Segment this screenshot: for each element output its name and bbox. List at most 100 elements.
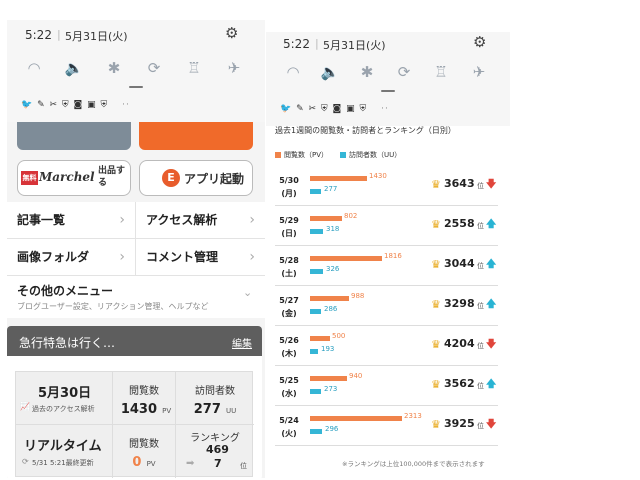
chevron-down-icon: ⌄	[243, 286, 253, 299]
uu-value-wrap: 277 UU	[176, 398, 254, 417]
past-access-cell[interactable]: 5月30日 📈 過去のアクセス解析	[16, 372, 112, 424]
arrow-up-icon: 🡅	[486, 379, 497, 390]
drag-handle[interactable]	[381, 90, 395, 92]
day-weekday: (火)	[281, 429, 297, 438]
top-card-left[interactable]	[17, 122, 131, 150]
stats-grid: 5月30日 📈 過去のアクセス解析 閲覧数 1430 PV 訪問者数 277 U…	[15, 371, 254, 478]
blog-header: 急行特急は行く… 編集	[7, 326, 262, 356]
marchel-free-badge: 無料	[21, 171, 38, 185]
crown-icon: ♛	[431, 178, 441, 191]
pv-value-label: 940	[349, 372, 363, 380]
day-row: 5/25 (水) 940 273 ♛ 3562 位 🡅	[275, 366, 498, 406]
uu-value-label: 296	[325, 425, 339, 433]
day-date: 5/26 (木)	[278, 334, 300, 360]
day-date-text: 5/24	[279, 416, 299, 425]
wifi-icon[interactable]: ◠	[23, 58, 45, 78]
volume-icon[interactable]: 🔈	[63, 58, 85, 78]
app-launch-label: アプリ起動	[184, 172, 245, 186]
day-row: 5/30 (月) 1430 277 ♛ 3643 位 🡇	[275, 166, 498, 206]
ranking-value: 469	[206, 443, 229, 456]
blog-name[interactable]: 急行特急は行く…	[19, 334, 115, 351]
day-date-text: 5/28	[279, 256, 299, 265]
day-row: 5/26 (木) 500 193 ♛ 4204 位 🡇	[275, 326, 498, 366]
legend-uu: 訪問者数（UU）	[340, 150, 401, 160]
marchel-logo-text: Marchel	[39, 170, 95, 184]
flashlight-icon[interactable]: ♖	[183, 58, 205, 78]
arrow-right-icon: ➡	[186, 458, 195, 469]
menu-comment-mgmt[interactable]: コメント管理 ›	[136, 239, 265, 275]
drag-handle[interactable]	[129, 86, 143, 88]
chevron-right-icon: ›	[249, 249, 255, 265]
ranking-cell[interactable]: ランキング 469 ➡ 7 位	[176, 425, 254, 478]
menu-image-folder-label: 画像フォルダ	[17, 250, 90, 264]
top-card-right[interactable]	[139, 122, 253, 150]
day-date-text: 5/29	[279, 216, 299, 225]
menu-other[interactable]: その他のメニュー ブログユーザー設定、リアクション管理、ヘルプなど ⌄	[7, 276, 265, 318]
realtime-label: リアルタイム	[24, 439, 102, 454]
airplane-icon[interactable]: ✈	[468, 62, 490, 82]
uu-bar	[310, 269, 323, 274]
arrow-up-icon: 🡅	[486, 299, 497, 310]
uu-value-label: 286	[324, 305, 338, 313]
day-weekday: (月)	[281, 189, 297, 198]
edit-link[interactable]: 編集	[232, 335, 252, 350]
status-divider: |	[315, 37, 319, 50]
rank-value: 2558	[444, 217, 475, 230]
gear-icon[interactable]: ⚙	[225, 24, 238, 42]
crown-icon: ♛	[431, 338, 441, 351]
rank-value: 3562	[444, 377, 475, 390]
marchel-action-label: 出品す る	[98, 165, 125, 189]
day-date: 5/30 (月)	[278, 174, 300, 200]
wifi-icon[interactable]: ◠	[282, 62, 304, 82]
status-date: 5月31日(火)	[65, 30, 128, 43]
status-divider: |	[57, 28, 61, 41]
gear-icon[interactable]: ⚙	[473, 33, 486, 51]
flashlight-icon[interactable]: ♖	[430, 62, 452, 82]
menu-access-analysis-label: アクセス解析	[146, 213, 218, 227]
pv-value-label: 1816	[384, 252, 402, 260]
menu-access-analysis[interactable]: アクセス解析 ›	[136, 202, 265, 238]
day-date: 5/29 (日)	[278, 214, 300, 240]
past-access-label: 過去のアクセス解析	[32, 405, 95, 413]
pv-bar	[310, 216, 342, 221]
refresh-icon: ⟳	[22, 457, 29, 466]
blog-card: 急行特急は行く… 編集 5月30日 📈 過去のアクセス解析 閲覧数 1430 P…	[7, 326, 262, 478]
menu-other-label: その他のメニュー	[17, 284, 114, 298]
pv-value: 1430	[120, 402, 158, 417]
notification-icons: 🐦 ✎ ✂ ⛨ ◙ ▣ ⛨ ··	[21, 100, 130, 110]
menu-image-folder[interactable]: 画像フォルダ ›	[7, 239, 135, 275]
notification-icons-row: 🐦 ✎ ✂ ⛨ ◙ ▣ ⛨	[280, 104, 368, 114]
pv-bar	[310, 296, 349, 301]
pv-label: 閲覧数	[129, 386, 159, 397]
ranking-label: ランキング	[190, 433, 240, 444]
ranking-sub: 7	[214, 457, 222, 470]
rank-value: 3925	[444, 417, 475, 430]
airplane-icon[interactable]: ✈	[223, 58, 245, 78]
bluetooth-icon[interactable]: ✱	[103, 58, 125, 78]
day-weekday: (金)	[281, 309, 297, 318]
auto-rotate-icon[interactable]: ⟳	[143, 58, 165, 78]
volume-icon[interactable]: 🔈	[319, 62, 341, 82]
app-launch-button[interactable]: E アプリ起動	[139, 160, 253, 196]
arrow-up-icon: 🡅	[486, 259, 497, 270]
marchel-button[interactable]: 無料 Marchel 出品す る	[17, 160, 131, 196]
bluetooth-icon[interactable]: ✱	[356, 62, 378, 82]
crown-icon: ♛	[431, 258, 441, 271]
day-date: 5/28 (土)	[278, 254, 300, 280]
auto-rotate-icon[interactable]: ⟳	[393, 62, 415, 82]
chevron-right-icon: ›	[119, 249, 125, 265]
rt-pv-value: 0	[132, 455, 142, 470]
notification-more: ··	[122, 100, 130, 110]
legend-uu-label: 訪問者数（UU）	[349, 151, 402, 159]
rank-unit: 位	[477, 342, 484, 350]
day-date: 5/27 (金)	[278, 294, 300, 320]
status-time: 5:22	[283, 37, 310, 51]
chart-icon: 📈	[20, 402, 30, 411]
menu-article-list[interactable]: 記事一覧 ›	[7, 202, 135, 238]
rt-pv-cell: 閲覧数 0 PV	[113, 425, 175, 478]
divider	[135, 202, 136, 275]
day-date: 5/25 (水)	[278, 374, 300, 400]
arrow-down-icon: 🡇	[486, 419, 497, 430]
rank-unit: 位	[477, 222, 484, 230]
realtime-cell[interactable]: リアルタイム ⟳ 5/31 5:21最終更新	[16, 425, 112, 478]
